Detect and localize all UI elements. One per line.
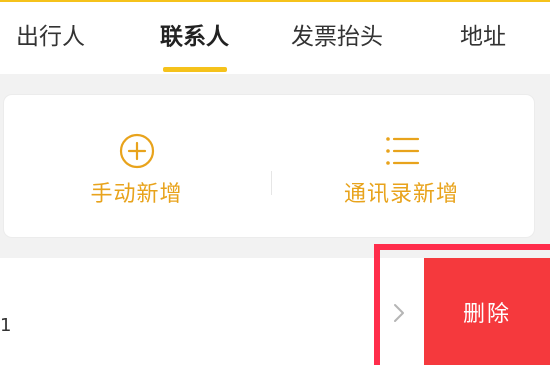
contacts-add-button[interactable]: 通讯录新增 xyxy=(269,95,534,237)
tab-address-label: 地址 xyxy=(460,24,506,50)
tab-travelers-label: 出行人 xyxy=(16,24,85,50)
tab-invoice-title-label: 发票抬头 xyxy=(291,24,383,50)
tab-address[interactable]: 地址 xyxy=(460,22,506,62)
tab-contacts-label: 联系人 xyxy=(160,24,229,50)
tab-travelers[interactable]: 出行人 xyxy=(16,22,85,62)
highlight-box xyxy=(374,244,550,365)
manual-add-label: 手动新增 xyxy=(90,182,183,207)
plus-circle-icon xyxy=(119,133,154,169)
add-contact-card: 手动新增 通讯录新增 xyxy=(4,95,534,237)
active-tab-indicator xyxy=(162,67,227,72)
tab-contacts[interactable]: 联系人 xyxy=(160,22,229,72)
list-icon xyxy=(385,137,419,165)
contacts-add-label: 通讯录新增 xyxy=(343,182,459,207)
manual-add-button[interactable]: 手动新增 xyxy=(4,95,269,237)
tab-invoice-title[interactable]: 发票抬头 xyxy=(291,22,383,62)
tab-bar: 出行人 联系人 发票抬头 地址 xyxy=(0,0,550,74)
contact-row-text: 1 xyxy=(0,315,12,336)
